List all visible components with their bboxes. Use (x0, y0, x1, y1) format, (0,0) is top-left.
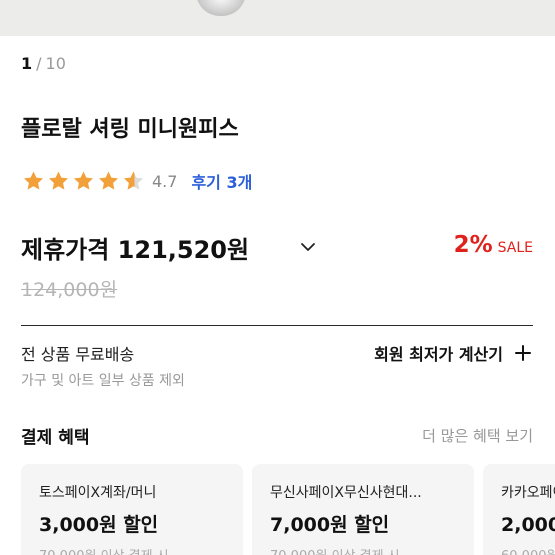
image-pager: 1/10 (21, 54, 66, 73)
benefit-card-amount: 7,000원 할인 (270, 514, 390, 536)
member-price-calculator-button[interactable]: 회원 최저가 계산기 (374, 341, 533, 365)
benefit-card[interactable]: 토스페이X계좌/머니 3,000원 할인 70,000원 이상 결제 시 (21, 464, 243, 555)
benefit-card-name: 토스페이X계좌/머니 (39, 485, 157, 501)
sale-label: SALE (497, 240, 533, 256)
rating-row: 4.7 후기 3개 (21, 168, 252, 194)
star-icon (74, 171, 93, 190)
affiliate-price[interactable]: 제휴가격 121,520원 (21, 230, 249, 265)
price-row: 제휴가격 121,520원 2% SALE (21, 230, 533, 266)
benefit-card-condition: 60,000원 이상 결제 시 (501, 545, 555, 555)
benefit-card[interactable]: 무신사페이X무신사현대... 7,000원 할인 70,000원 이상 결제 시 (252, 464, 474, 555)
benefit-card-amount: 2,000원 할인 (501, 514, 555, 536)
plus-icon (515, 345, 531, 361)
more-benefits-link[interactable]: 더 많은 혜택 보기 (422, 425, 533, 446)
section-divider (21, 325, 533, 326)
benefit-card-name: 무신사페이X무신사현대... (270, 485, 422, 501)
review-count-link[interactable]: 후기 3개 (191, 169, 252, 193)
star-icon (49, 171, 68, 190)
payment-benefits-title: 결제 혜택 (21, 428, 90, 448)
calculator-label: 회원 최저가 계산기 (374, 345, 503, 364)
benefit-card[interactable]: 카카오페이 2,000원 할인 60,000원 이상 결제 시 (483, 464, 555, 555)
half-star-icon (124, 171, 143, 190)
star-icon (99, 171, 118, 190)
discount-percent: 2% (453, 232, 493, 258)
rating-score: 4.7 (152, 171, 178, 191)
shipping-title: 전 상품 무료배송 (21, 345, 135, 364)
shipping-subtitle: 가구 및 아트 일부 상품 제외 (21, 373, 185, 389)
star-icon (24, 171, 43, 190)
product-image (196, 0, 246, 16)
product-image-carousel[interactable] (0, 0, 555, 36)
rating-stars (21, 169, 146, 193)
original-price: 124,000원 (21, 279, 118, 301)
benefit-card-name: 카카오페이 (501, 485, 555, 501)
chevron-down-icon[interactable] (299, 238, 317, 256)
pager-total: 10 (45, 54, 66, 73)
benefit-card-condition: 70,000원 이상 결제 시 (270, 545, 474, 555)
benefit-card-amount: 3,000원 할인 (39, 514, 159, 536)
pager-current: 1 (21, 54, 33, 73)
product-title: 플로랄 셔링 미니원피스 (21, 117, 239, 142)
benefit-card-condition: 70,000원 이상 결제 시 (39, 545, 243, 555)
payment-benefit-cards[interactable]: 토스페이X계좌/머니 3,000원 할인 70,000원 이상 결제 시 무신사… (21, 464, 555, 555)
discount-badge: 2% SALE (454, 232, 533, 258)
pager-separator: / (36, 54, 42, 73)
